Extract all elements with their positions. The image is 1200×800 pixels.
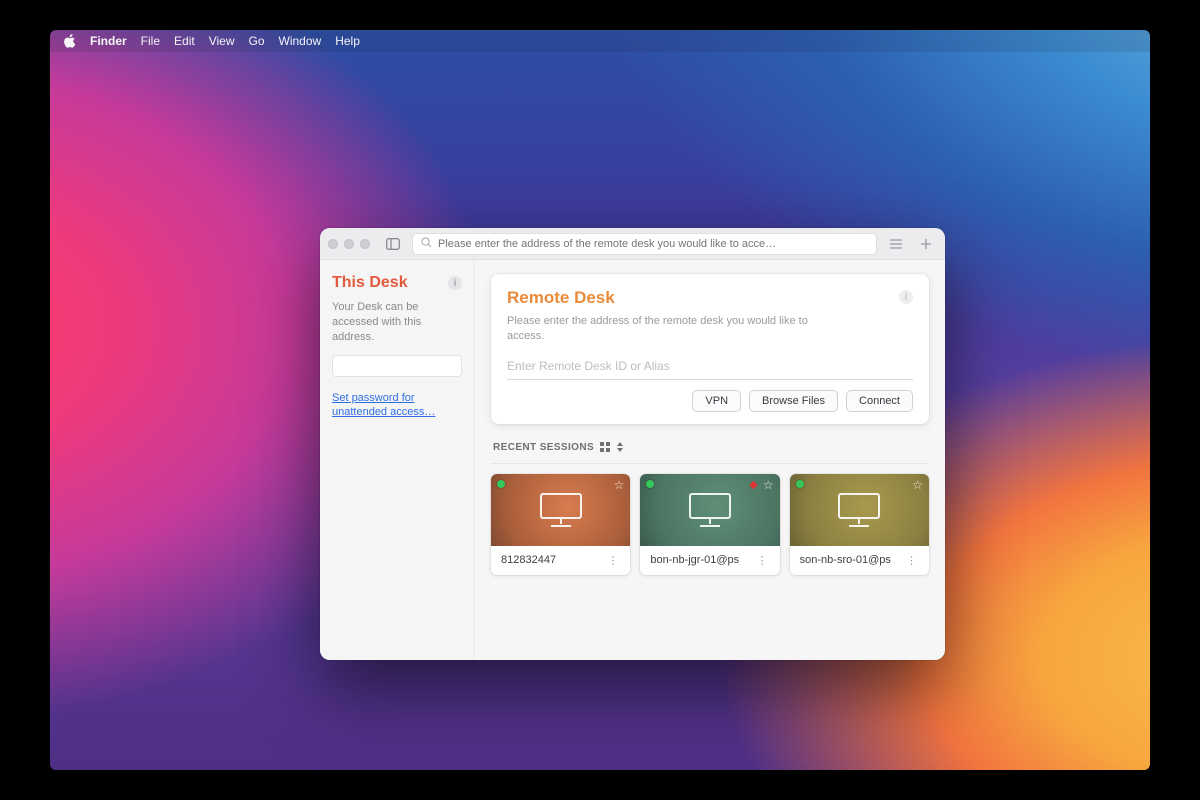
session-thumbnail: ☆ xyxy=(790,474,929,546)
favorite-star-icon[interactable]: ☆ xyxy=(614,478,625,492)
remote-desk-card: Remote Desk Please enter the address of … xyxy=(491,274,929,424)
info-icon[interactable]: i xyxy=(899,290,913,304)
close-button[interactable] xyxy=(328,239,338,249)
this-desk-address-input[interactable] xyxy=(332,355,462,377)
alert-flag-icon: ◆ xyxy=(749,478,757,491)
set-password-link[interactable]: Set password for unattended access… xyxy=(332,391,462,421)
menubar-app-name[interactable]: Finder xyxy=(90,34,127,48)
remote-desk-title: Remote Desk xyxy=(507,288,837,308)
anydesk-window: This Desk i Your Desk can be accessed wi… xyxy=(320,228,945,660)
session-thumbnail: ◆ ☆ xyxy=(640,474,779,546)
search-icon xyxy=(421,237,432,251)
list-view-icon[interactable] xyxy=(885,234,907,254)
favorite-star-icon[interactable]: ☆ xyxy=(912,478,923,492)
window-traffic-lights xyxy=(328,239,370,249)
address-search-input[interactable] xyxy=(438,238,868,250)
menubar-item-window[interactable]: Window xyxy=(279,34,322,48)
recent-sessions-label: RECENT SESSIONS xyxy=(493,442,594,453)
sidebar-title: This Desk i xyxy=(332,274,462,292)
address-search-field[interactable] xyxy=(412,233,877,255)
menubar-item-file[interactable]: File xyxy=(141,34,160,48)
info-icon[interactable]: i xyxy=(448,276,462,290)
session-label: bon-nb-jgr-01@ps xyxy=(650,554,739,566)
monitor-icon xyxy=(835,490,883,530)
status-online-icon xyxy=(497,480,505,488)
grid-view-icon[interactable] xyxy=(600,442,610,452)
sort-icon[interactable] xyxy=(616,442,624,452)
session-menu-icon[interactable]: ⋮ xyxy=(755,554,770,567)
zoom-button[interactable] xyxy=(360,239,370,249)
session-tile[interactable]: ◆ ☆ bon-nb-jgr-01@ps ⋮ xyxy=(640,474,779,575)
window-titlebar xyxy=(320,228,945,260)
session-thumbnail: ☆ xyxy=(491,474,630,546)
monitor-icon xyxy=(686,490,734,530)
session-tile[interactable]: ☆ son-nb-sro-01@ps ⋮ xyxy=(790,474,929,575)
status-online-icon xyxy=(796,480,804,488)
menubar-item-go[interactable]: Go xyxy=(249,34,265,48)
recent-sessions-grid: ☆ 812832447 ⋮ ◆ ☆ xyxy=(491,474,929,575)
desktop-wallpaper: Finder File Edit View Go Window Help xyxy=(50,30,1150,770)
connect-button[interactable]: Connect xyxy=(846,390,913,412)
sidebar-title-text: This Desk xyxy=(332,274,408,292)
sidebar-toggle-icon[interactable] xyxy=(382,234,404,254)
main-content: Remote Desk Please enter the address of … xyxy=(475,260,945,660)
recent-sessions-heading: RECENT SESSIONS xyxy=(493,442,929,453)
session-label: son-nb-sro-01@ps xyxy=(800,554,891,566)
remote-desk-description: Please enter the address of the remote d… xyxy=(507,314,837,344)
new-session-icon[interactable] xyxy=(915,234,937,254)
menubar-item-edit[interactable]: Edit xyxy=(174,34,195,48)
apple-menu-icon[interactable] xyxy=(64,34,76,48)
menubar-item-help[interactable]: Help xyxy=(335,34,360,48)
menubar-item-view[interactable]: View xyxy=(209,34,235,48)
vpn-button[interactable]: VPN xyxy=(692,390,741,412)
session-tile[interactable]: ☆ 812832447 ⋮ xyxy=(491,474,630,575)
session-menu-icon[interactable]: ⋮ xyxy=(605,554,620,567)
browse-files-button[interactable]: Browse Files xyxy=(749,390,838,412)
session-label: 812832447 xyxy=(501,554,556,566)
favorite-star-icon[interactable]: ☆ xyxy=(763,478,774,492)
sidebar-description: Your Desk can be accessed with this addr… xyxy=(332,300,462,345)
remote-desk-id-input[interactable] xyxy=(507,354,913,380)
divider xyxy=(491,463,929,464)
minimize-button[interactable] xyxy=(344,239,354,249)
monitor-icon xyxy=(537,490,585,530)
macos-menubar: Finder File Edit View Go Window Help xyxy=(50,30,1150,52)
status-online-icon xyxy=(646,480,654,488)
session-menu-icon[interactable]: ⋮ xyxy=(904,554,919,567)
sidebar-this-desk: This Desk i Your Desk can be accessed wi… xyxy=(320,260,475,660)
